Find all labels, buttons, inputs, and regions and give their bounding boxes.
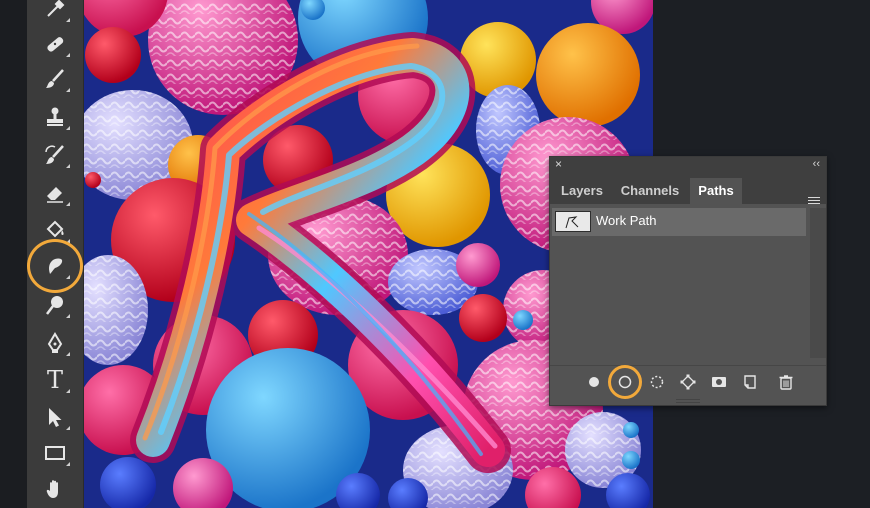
path-name: Work Path bbox=[596, 213, 657, 228]
delete-path-icon[interactable] bbox=[776, 372, 796, 392]
panel-scrollbar[interactable] bbox=[810, 208, 826, 358]
path-selection-tool-icon[interactable] bbox=[40, 402, 70, 432]
panel-menu-icon[interactable] bbox=[808, 197, 820, 206]
tab-layers[interactable]: Layers bbox=[552, 178, 612, 204]
create-new-path-icon[interactable] bbox=[740, 372, 760, 392]
panel-resize-grip[interactable] bbox=[676, 399, 700, 403]
paths-panel: × ‹‹ Layers Channels Paths Work Path bbox=[549, 156, 827, 406]
rectangle-tool-icon[interactable] bbox=[40, 438, 70, 468]
brush-tool-icon[interactable] bbox=[40, 64, 70, 94]
panel-collapse-button[interactable]: ‹‹ bbox=[813, 157, 820, 172]
type-tool-icon[interactable]: T bbox=[40, 365, 70, 395]
stroke-path-highlight-ring bbox=[608, 365, 642, 399]
eyedropper-tool-icon[interactable] bbox=[40, 0, 70, 24]
panel-titlebar[interactable]: × ‹‹ bbox=[550, 157, 826, 172]
panel-close-button[interactable]: × bbox=[555, 157, 562, 172]
panel-tab-bar: Layers Channels Paths bbox=[550, 172, 826, 204]
path-thumbnail bbox=[555, 211, 591, 232]
eraser-tool-icon[interactable] bbox=[40, 178, 70, 208]
clone-stamp-tool-icon[interactable] bbox=[40, 102, 70, 132]
spot-healing-brush-tool-icon[interactable] bbox=[40, 29, 70, 59]
tools-panel: T bbox=[27, 0, 84, 508]
pen-tool-icon[interactable] bbox=[40, 328, 70, 358]
type-tool-glyph: T bbox=[46, 366, 63, 394]
dodge-tool-icon[interactable] bbox=[40, 290, 70, 320]
fill-path-icon[interactable] bbox=[584, 372, 604, 392]
add-mask-icon[interactable] bbox=[709, 372, 729, 392]
history-brush-tool-icon[interactable] bbox=[40, 140, 70, 170]
tab-channels[interactable]: Channels bbox=[614, 178, 686, 204]
load-path-as-selection-icon[interactable] bbox=[647, 372, 667, 392]
panel-footer-divider bbox=[550, 365, 826, 366]
photoshop-workspace: T × ‹‹ Layers Channels Paths Work Path bbox=[0, 0, 870, 508]
hand-tool-icon[interactable] bbox=[40, 474, 70, 504]
left-edge-strip bbox=[0, 0, 27, 508]
make-work-path-icon[interactable] bbox=[678, 372, 698, 392]
smudge-tool-highlight-ring bbox=[27, 239, 83, 293]
tab-paths[interactable]: Paths bbox=[690, 178, 742, 204]
path-row-work-path[interactable]: Work Path bbox=[552, 208, 806, 236]
